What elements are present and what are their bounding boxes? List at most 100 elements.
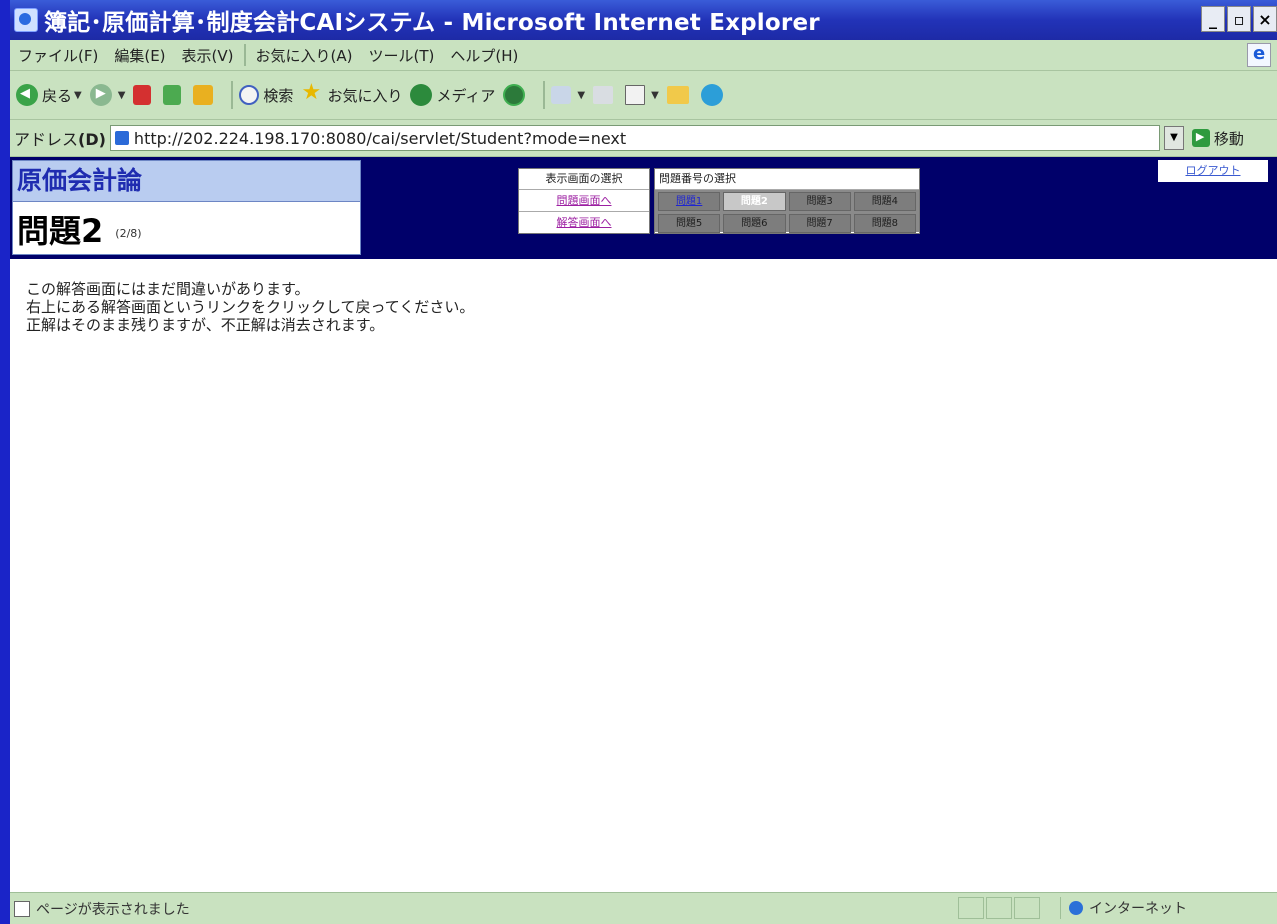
zone-label: インターネット xyxy=(1089,901,1187,917)
message-line: 正解はそのまま残りますが、不正解は消去されます。 xyxy=(26,316,385,334)
folder-icon xyxy=(666,86,689,104)
address-url: http://202.224.198.170:8080/cai/servlet/… xyxy=(133,128,627,148)
question-button-grid: 問題1 問題2 問題3 問題4 問題5 問題6 問題7 問題8 xyxy=(655,190,919,233)
message-line: 右上にある解答画面というリンクをクリックして戻ってください。 xyxy=(26,298,475,316)
edit-button[interactable]: ▼ xyxy=(625,85,659,105)
close-button[interactable]: × xyxy=(1253,6,1277,32)
question-title: 問題2 xyxy=(17,211,104,250)
view-select-label: 表示画面の選択 xyxy=(519,169,649,190)
question-button-4[interactable]: 問題4 xyxy=(853,192,916,211)
ie-page-icon xyxy=(14,8,38,32)
folder-button[interactable] xyxy=(666,86,693,104)
go-arrow-icon xyxy=(1191,129,1210,147)
window-title: 簿記･原価計算･制度会計CAIシステム - Microsoft Internet… xyxy=(44,10,820,36)
history-icon xyxy=(503,84,526,106)
address-input[interactable]: http://202.224.198.170:8080/cai/servlet/… xyxy=(109,125,1160,151)
question-count: (2/8) xyxy=(115,227,142,240)
nav-band: 原価会計論 問題2 (2/8) 表示画面の選択 問題画面へ 解答画面へ 問題番号… xyxy=(10,157,1277,259)
address-bar: アドレス(D) http://202.224.198.170:8080/cai/… xyxy=(10,120,1277,157)
page-icon xyxy=(114,131,129,145)
toolbar-divider xyxy=(231,81,234,109)
messenger-icon xyxy=(700,84,723,106)
status-pane xyxy=(1014,897,1040,919)
status-bar: ページが表示されました インターネット xyxy=(10,892,1277,924)
address-dropdown-button[interactable]: ▼ xyxy=(1163,126,1184,150)
answer-screen-link[interactable]: 解答画面へ xyxy=(519,211,649,233)
address-label: アドレス(D) xyxy=(14,126,106,150)
go-button[interactable]: 移動 xyxy=(1191,128,1244,149)
forward-arrow-icon xyxy=(89,84,112,106)
view-select-panel: 表示画面の選択 問題画面へ 解答画面へ xyxy=(518,168,650,234)
messenger-button[interactable] xyxy=(700,84,727,106)
favorites-label: お気に入り xyxy=(327,86,403,105)
back-button[interactable]: 戻る ▼ xyxy=(16,84,82,106)
menu-divider xyxy=(243,44,246,66)
mail-icon xyxy=(551,86,572,104)
subject-title: 原価会計論 xyxy=(13,161,360,202)
chevron-down-icon: ▼ xyxy=(651,89,659,101)
home-icon xyxy=(193,85,214,105)
chevron-down-icon: ▼ xyxy=(117,89,126,101)
page-done-icon xyxy=(14,901,30,917)
question-button-3[interactable]: 問題3 xyxy=(788,192,851,211)
logout-link[interactable]: ログアウト xyxy=(1158,160,1268,182)
minimize-button[interactable]: _ xyxy=(1201,6,1225,32)
window-controls: _ ▫ × xyxy=(1201,6,1277,32)
menu-tools[interactable]: ツール(T) xyxy=(360,45,442,66)
security-zone: インターネット xyxy=(1060,897,1271,919)
standard-toolbar: 戻る ▼ ▼ 検索 お気に入り メディア xyxy=(10,71,1277,120)
menu-file[interactable]: ファイル(F) xyxy=(10,45,106,66)
search-icon xyxy=(239,85,260,105)
status-pane xyxy=(958,897,984,919)
go-label: 移動 xyxy=(1213,129,1244,148)
question-heading: 問題2 (2/8) xyxy=(13,202,360,255)
question-button-6[interactable]: 問題6 xyxy=(723,214,786,233)
chevron-down-icon: ▼ xyxy=(74,89,82,101)
mail-button[interactable]: ▼ xyxy=(551,86,585,104)
chevron-down-icon: ▼ xyxy=(577,89,586,101)
globe-icon xyxy=(1069,901,1083,915)
toolbar-divider xyxy=(543,81,546,109)
print-button[interactable] xyxy=(593,86,617,104)
address-label-key: (D) xyxy=(78,130,106,149)
stop-button[interactable] xyxy=(133,85,155,105)
question-select-panel: 問題番号の選択 問題1 問題2 問題3 問題4 問題5 問題6 問題7 問題8 xyxy=(654,168,920,234)
restore-button[interactable]: ▫ xyxy=(1227,6,1251,32)
menu-favorites[interactable]: お気に入り(A) xyxy=(248,45,361,66)
status-text: ページが表示されました xyxy=(36,902,190,918)
refresh-button[interactable] xyxy=(163,85,185,105)
menu-help[interactable]: ヘルプ(H) xyxy=(442,45,526,66)
media-button[interactable]: メディア xyxy=(410,84,495,106)
star-icon xyxy=(301,80,323,106)
search-label: 検索 xyxy=(263,86,294,105)
status-pane xyxy=(986,897,1012,919)
forward-button[interactable]: ▼ xyxy=(89,84,126,106)
question-button-1[interactable]: 問題1 xyxy=(658,192,721,211)
status-panes xyxy=(958,897,1040,919)
favorites-button[interactable]: お気に入り xyxy=(301,80,403,106)
back-arrow-icon xyxy=(16,84,38,106)
address-label-text: アドレス xyxy=(14,130,79,149)
question-button-7[interactable]: 問題7 xyxy=(788,214,851,233)
media-label: メディア xyxy=(436,86,496,105)
message-line: この解答画面にはまだ間違いがあります。 xyxy=(26,280,310,298)
menu-bar: ファイル(F) 編集(E) 表示(V) お気に入り(A) ツール(T) ヘルプ(… xyxy=(10,40,1277,71)
back-label: 戻る xyxy=(42,86,73,105)
menu-view[interactable]: 表示(V) xyxy=(174,45,242,66)
title-bar: 簿記･原価計算･制度会計CAIシステム - Microsoft Internet… xyxy=(10,0,1277,40)
question-button-2[interactable]: 問題2 xyxy=(723,192,786,211)
subject-panel: 原価会計論 問題2 (2/8) xyxy=(12,160,361,255)
history-button[interactable] xyxy=(503,84,529,106)
printer-icon xyxy=(593,86,614,104)
search-button[interactable]: 検索 xyxy=(239,85,293,106)
page-content: 原価会計論 問題2 (2/8) 表示画面の選択 問題画面へ 解答画面へ 問題番号… xyxy=(10,157,1277,892)
media-icon xyxy=(410,84,433,106)
edit-icon xyxy=(625,85,646,105)
menu-edit[interactable]: 編集(E) xyxy=(106,45,173,66)
question-button-5[interactable]: 問題5 xyxy=(658,214,721,233)
question-screen-link[interactable]: 問題画面へ xyxy=(519,190,649,211)
home-button[interactable] xyxy=(193,85,217,105)
windows-logo-icon xyxy=(1247,43,1271,67)
question-button-8[interactable]: 問題8 xyxy=(853,214,916,233)
feedback-message: この解答画面にはまだ間違いがあります。 右上にある解答画面というリンクをクリック… xyxy=(26,280,474,334)
